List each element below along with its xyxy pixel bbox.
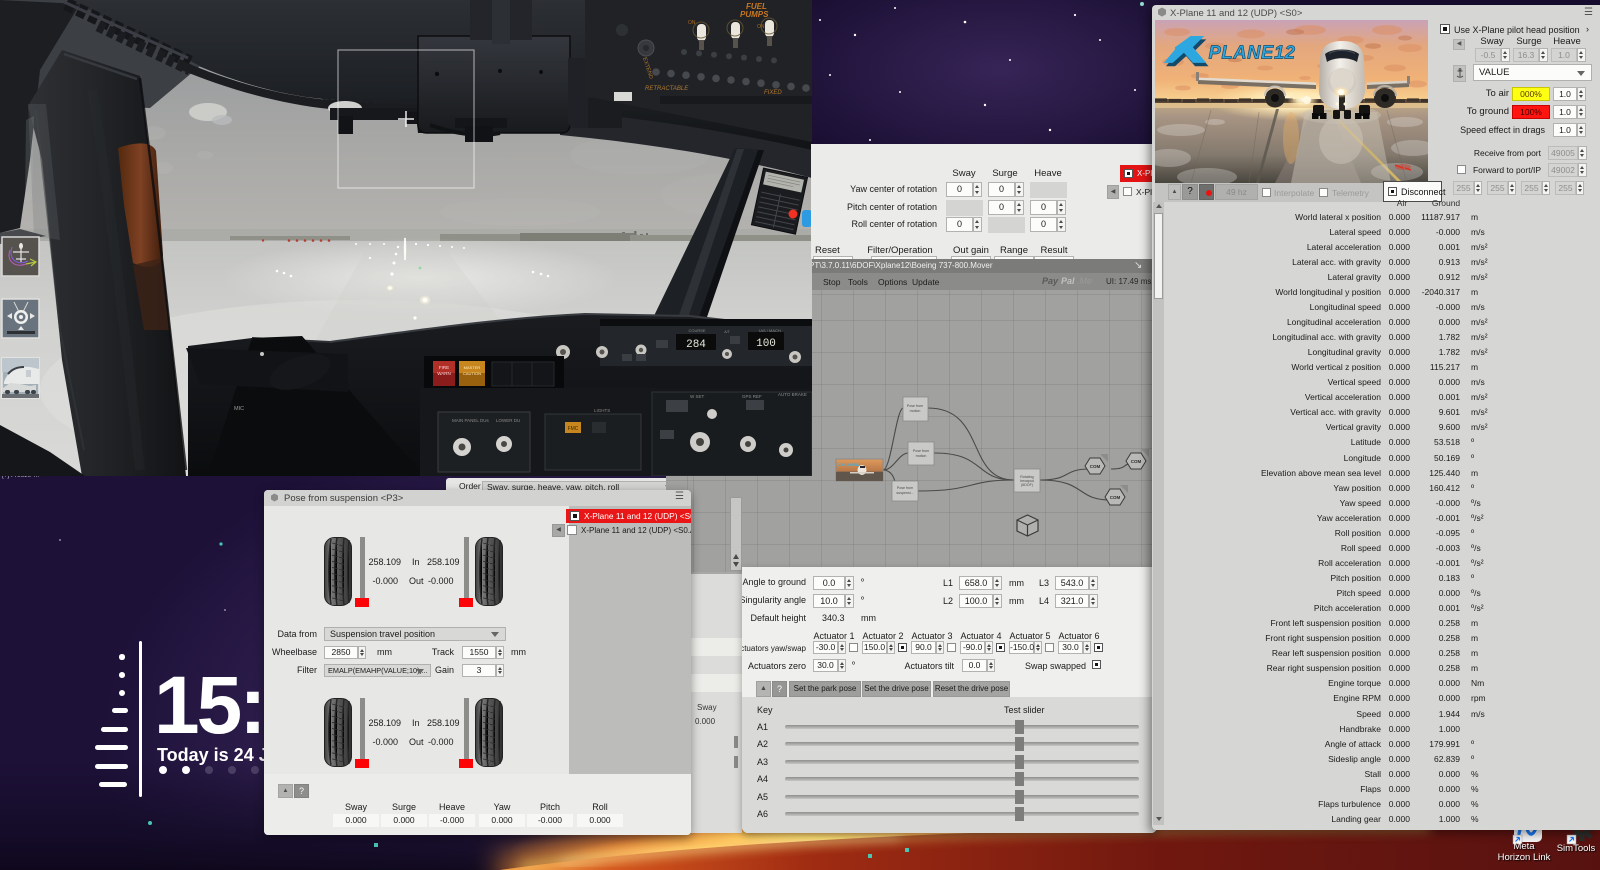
svg-text:100: 100 xyxy=(756,338,776,350)
svg-text:COM: COM xyxy=(1110,495,1121,500)
svg-text:MASTER: MASTER xyxy=(464,365,481,370)
svg-text:MIC: MIC xyxy=(234,406,244,412)
svg-text:LOWER DU: LOWER DU xyxy=(496,418,520,423)
svg-text:LIGHTS: LIGHTS xyxy=(594,408,610,413)
svg-text:COM: COM xyxy=(1131,459,1142,464)
svg-text:suspensi...: suspensi... xyxy=(896,491,913,495)
svg-text:PUMPS: PUMPS xyxy=(740,10,769,19)
svg-text:FMC: FMC xyxy=(568,426,579,432)
svg-text:GPS REF: GPS REF xyxy=(742,394,762,399)
svg-text:RETRACTABLE: RETRACTABLE xyxy=(645,86,689,92)
svg-text:motion: motion xyxy=(910,409,921,413)
svg-text:FIRE: FIRE xyxy=(439,365,449,370)
svg-text:Pose from: Pose from xyxy=(897,486,913,490)
svg-text:AUTO BRAKE: AUTO BRAKE xyxy=(778,392,807,397)
svg-text:FIXED: FIXED xyxy=(764,90,782,96)
svg-text:Pose from: Pose from xyxy=(913,449,929,453)
svg-text:WARN: WARN xyxy=(437,371,451,376)
svg-text:(6DOF): (6DOF) xyxy=(1021,483,1033,487)
svg-text:X-PLANE12: X-PLANE12 xyxy=(837,462,861,467)
svg-text:Pose from: Pose from xyxy=(907,404,923,408)
svg-text:motion: motion xyxy=(916,454,927,458)
svg-text:W SET: W SET xyxy=(690,394,705,399)
svg-text:COURSE: COURSE xyxy=(688,328,705,333)
svg-text:COM: COM xyxy=(1090,464,1101,469)
svg-text:MAIN PANEL DUs: MAIN PANEL DUs xyxy=(452,418,490,423)
svg-text:284: 284 xyxy=(686,339,706,351)
svg-text:A/T: A/T xyxy=(724,330,730,334)
svg-text:CAUTION: CAUTION xyxy=(463,371,481,376)
svg-text:PLANE12: PLANE12 xyxy=(1209,41,1296,62)
